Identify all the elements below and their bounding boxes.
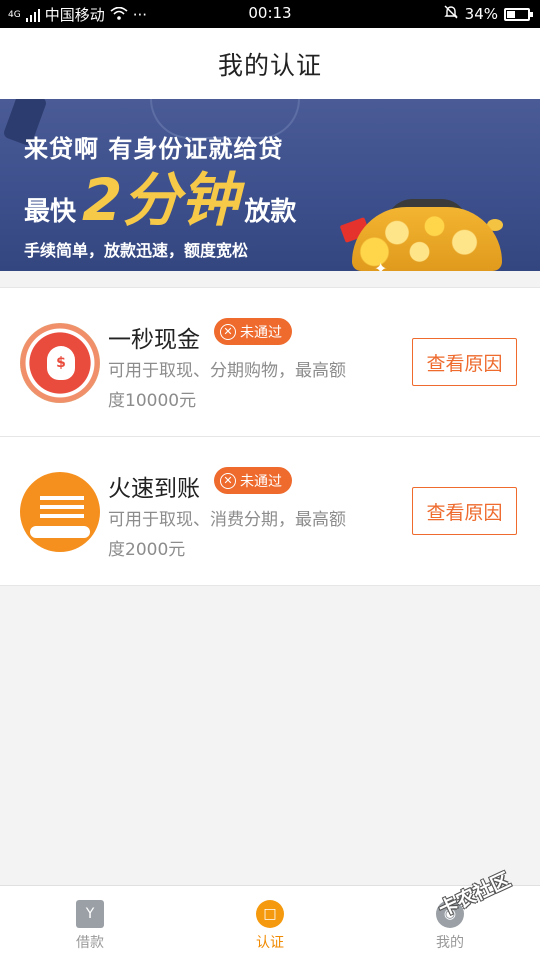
tab-label: 借款 — [76, 935, 104, 951]
tab-label: 我的 — [436, 935, 464, 951]
loan-product-card[interactable]: 一秒现金 ✕ 未通过 可用于取现、分期购物，最高额度10000元 查看原因 — [0, 287, 540, 437]
banner-big-text: 2分钟 — [82, 166, 239, 234]
banner-headline: 来贷啊 有身份证就给贷 — [24, 135, 284, 163]
banner-suffix: 放款 — [244, 197, 297, 227]
fire-arrival-icon — [20, 472, 100, 552]
certify-icon: □ — [256, 900, 284, 928]
status-text: 未通过 — [240, 324, 282, 341]
status-badge: ✕ 未通过 — [214, 467, 292, 494]
product-name: 一秒现金 — [108, 327, 200, 353]
bell-off-icon — [443, 4, 459, 24]
product-description: 可用于取现、消费分期，最高额度2000元 — [108, 510, 346, 560]
money-bag-icon — [20, 323, 100, 403]
product-name: 火速到账 — [108, 476, 200, 502]
view-reason-button[interactable]: 查看原因 — [412, 338, 517, 386]
battery-icon — [504, 7, 533, 21]
status-bar: 4G 中国移动 ··· 00:13 34% — [0, 0, 540, 28]
status-text: 未通过 — [240, 473, 282, 490]
tab-certify[interactable]: □ 认证 — [230, 900, 310, 952]
status-badge: ✕ 未通过 — [214, 318, 292, 345]
loan-icon: Y — [76, 900, 104, 928]
tab-label: 认证 — [256, 935, 284, 951]
promo-banner[interactable]: 来贷啊 有身份证就给贷 最快 2分钟 放款 手续简单，放款迅速，额度宽松 ✦ — [0, 99, 540, 271]
loan-product-card[interactable]: 火速到账 ✕ 未通过 可用于取现、消费分期，最高额度2000元 查看原因 — [0, 436, 540, 586]
banner-tagline: 手续简单，放款迅速，额度宽松 — [24, 241, 249, 260]
tab-loan[interactable]: Y 借款 — [50, 900, 130, 952]
close-circle-icon: ✕ — [220, 472, 236, 489]
sparkle-icon: ✦ — [374, 259, 388, 271]
battery-percent: 34% — [464, 5, 498, 23]
banner-subheadline: 最快 2分钟 放款 — [24, 171, 296, 229]
page-title: 我的认证 — [0, 28, 540, 99]
banner-prefix: 最快 — [24, 197, 77, 227]
view-reason-button[interactable]: 查看原因 — [412, 487, 517, 535]
close-circle-icon: ✕ — [220, 323, 236, 340]
status-right: 34% — [443, 4, 533, 24]
product-description: 可用于取现、分期购物，最高额度10000元 — [108, 361, 346, 411]
